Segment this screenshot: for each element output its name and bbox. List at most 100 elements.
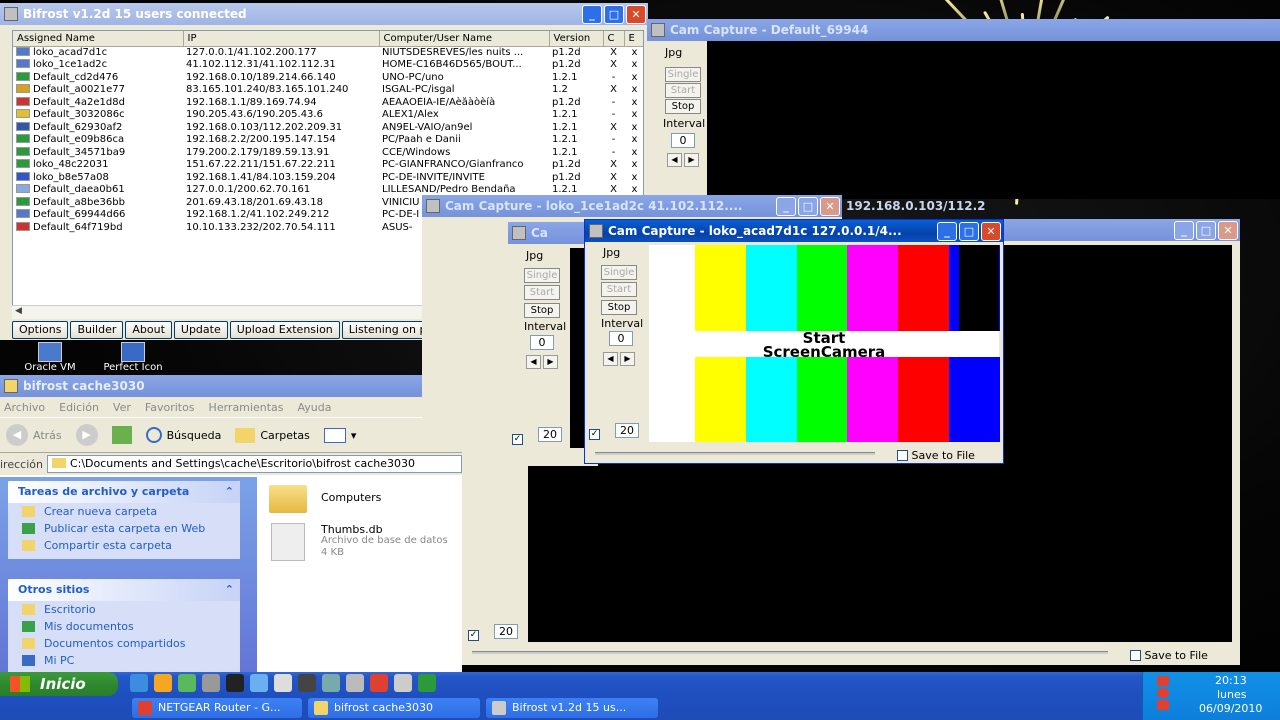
close-button[interactable]: ✕ [981,221,1001,241]
minimize-button[interactable]: _ [1174,220,1194,240]
stop-button[interactable]: Stop [524,303,560,318]
task-bifrost[interactable]: Bifrost v1.2d 15 us... [486,698,658,718]
column-header[interactable]: Version [549,31,604,47]
settings-icon[interactable] [202,674,220,692]
desktop-icon-oracle[interactable]: Oracle VM [20,342,80,373]
bifrost-button-3[interactable]: Update [173,321,228,339]
calc-icon[interactable] [418,674,436,692]
forward-button[interactable]: ▶ [75,424,98,446]
interval-spinner[interactable]: ◀ ▶ [526,355,558,369]
save-to-file[interactable]: Save to File [897,449,975,462]
security-tray-icon[interactable] [1157,688,1169,698]
maximize-button[interactable]: □ [1196,220,1216,240]
cam-front-titlebar[interactable]: Cam Capture - loko_acad7d1c 127.0.0.1/4.… [585,220,1003,242]
task-explorer[interactable]: bifrost cache3030 [308,698,480,718]
tool-icon[interactable] [322,674,340,692]
bifrost-button-0[interactable]: Options [12,321,69,339]
desktop-icon-perfect[interactable]: Perfect Icon [98,342,168,373]
up-button[interactable] [111,426,132,444]
right-arrow-icon[interactable]: ▶ [684,153,699,167]
close-button[interactable]: ✕ [1218,220,1238,240]
quality-input[interactable]: 20 [494,624,518,639]
column-header[interactable]: E [624,31,643,47]
table-row[interactable]: Default_3032086c 190.205.43.6/190.205.43.… [13,109,643,122]
table-row[interactable]: Default_cd2d476 192.168.0.10/189.214.66.1… [13,71,643,85]
task-link[interactable]: Escritorio [8,601,240,618]
save-to-file[interactable]: Save to File [1130,649,1208,662]
interval-input[interactable]: 0 [671,133,695,148]
antivirus-tray-icon[interactable] [1157,700,1169,710]
cam-mid-titlebar[interactable]: Cam Capture - loko_1ce1ad2c 41.102.112..… [422,195,842,217]
quality-input[interactable]: 20 [615,423,639,438]
close-button[interactable]: ✕ [626,4,646,24]
left-arrow-icon[interactable]: ◀ [667,153,682,167]
quality-checkbox[interactable]: ✓ [589,424,600,440]
minimize-button[interactable]: _ [582,4,602,24]
image-icon[interactable] [274,674,292,692]
table-row[interactable]: Default_e09b86ca 192.168.2.2/200.195.147.… [13,134,643,147]
bifrost-titlebar[interactable]: Bifrost v1.2d 15 users connected _ □ ✕ [0,3,648,25]
task-link[interactable]: Crear nueva carpeta [8,503,240,520]
quality-checkbox[interactable]: ✓ [512,429,523,445]
start-button[interactable]: Inicio [0,672,118,696]
column-header[interactable]: Computer/User Name [379,31,550,47]
chrome-icon[interactable] [370,674,388,692]
media-icon[interactable] [298,674,316,692]
quality-input[interactable]: 20 [538,427,562,442]
collapse-icon[interactable]: ⌃ [225,481,234,503]
back-button[interactable]: ◀ Atrás [6,424,62,446]
menu-item[interactable]: Favoritos [145,401,195,414]
table-row[interactable]: Default_62930af2 192.168.0.103/112.202.20… [13,121,643,135]
checkbox[interactable] [1130,650,1141,661]
terminal-icon[interactable] [226,674,244,692]
task-link[interactable]: Documentos compartidos [8,635,240,652]
network-icon[interactable] [178,674,196,692]
table-row[interactable]: Default_34571ba9 179.200.2.179/189.59.13.… [13,146,643,160]
cam-window-back[interactable]: Cam Capture - Default_69944 Jpg Single S… [647,19,1280,199]
file-item-thumbs[interactable]: Thumbs.db Archivo de base de datos 4 KB [267,521,462,565]
right-arrow-icon[interactable]: ▶ [543,355,558,369]
cloud-icon[interactable] [250,674,268,692]
maximize-button[interactable]: □ [604,4,624,24]
collapse-icon[interactable]: ⌃ [225,579,234,601]
bifrost-button-4[interactable]: Upload Extension [229,321,340,339]
checkbox[interactable]: ✓ [468,630,479,641]
folders-button[interactable]: Carpetas [235,427,310,443]
menu-item[interactable]: Herramientas [209,401,284,414]
start-button[interactable]: Start [601,282,637,297]
column-header[interactable]: Assigned Name [13,31,184,47]
column-header[interactable]: C [603,31,625,47]
left-arrow-icon[interactable]: ◀ [526,355,541,369]
search-button[interactable]: Búsqueda [145,427,221,443]
interval-spinner[interactable]: ◀ ▶ [603,352,635,366]
table-row[interactable]: Default_a0021e77 83.165.101.240/83.165.10… [13,84,643,97]
network-tray-icon[interactable] [1157,676,1169,686]
single-button[interactable]: Single [601,265,637,280]
bifrost-button-5[interactable]: Listening on p [341,321,434,339]
menu-item[interactable]: Archivo [4,401,45,414]
cam-window-front[interactable]: Cam Capture - loko_acad7d1c 127.0.0.1/4.… [584,219,1004,464]
stop-button[interactable]: Stop [665,99,701,114]
address-input[interactable]: C:\Documents and Settings\cache\Escritor… [46,455,462,473]
maximize-button[interactable]: □ [959,221,979,241]
explorer-titlebar[interactable]: bifrost cache3030 [0,375,462,397]
cube-icon[interactable] [346,674,364,692]
ie-icon[interactable] [130,674,148,692]
other-places-header[interactable]: Otros sitios ⌃ [8,579,240,601]
table-row[interactable]: loko_1ce1ad2c 41.102.112.31/41.102.112.31… [13,59,643,72]
app-icon[interactable] [394,674,412,692]
table-row[interactable]: loko_acad7d1c 127.0.0.1/41.102.200.177 NIU… [13,46,643,59]
stop-button[interactable]: Stop [601,300,637,315]
task-link[interactable]: Mi PC [8,652,240,669]
single-button[interactable]: Single [665,67,701,82]
menu-item[interactable]: Ayuda [297,401,331,414]
task-link[interactable]: Mis documentos [8,618,240,635]
interval-input[interactable]: 0 [530,335,554,350]
quality-checkbox[interactable]: ✓ [468,625,479,641]
table-row[interactable]: loko_48c22031 151.67.22.211/151.67.22.211… [13,159,643,172]
messenger-icon[interactable] [154,674,172,692]
explorer-window[interactable]: bifrost cache3030 Archivo Edición Ver Favor… [0,375,462,672]
views-button[interactable]: ▾ [323,427,356,443]
single-button[interactable]: Single [524,268,560,283]
minimize-button[interactable]: _ [776,196,796,216]
